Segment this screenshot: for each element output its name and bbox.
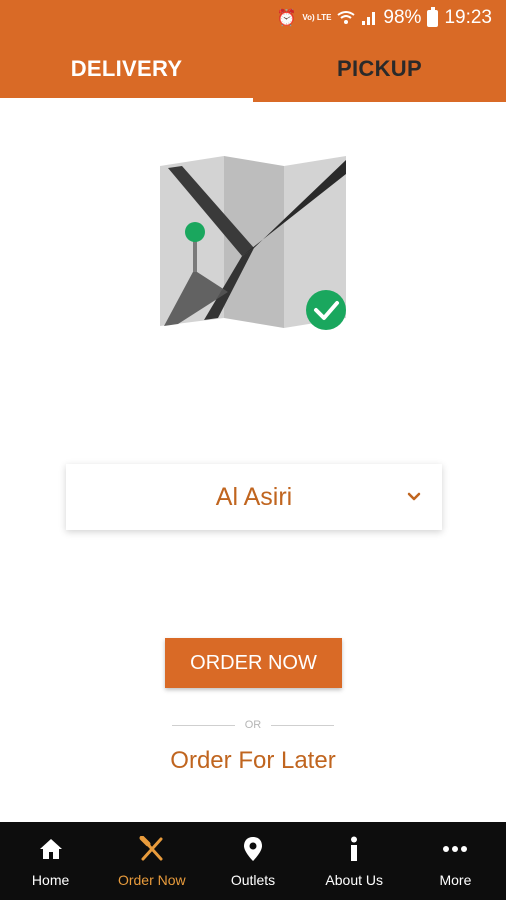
chevron-down-icon: [407, 492, 421, 501]
nav-item-order-now[interactable]: Order Now: [101, 822, 202, 900]
home-icon: [38, 836, 64, 862]
nav-item-home[interactable]: Home: [0, 822, 101, 900]
selected-outlet: Al Asiri: [215, 482, 293, 511]
check-badge-icon: [306, 290, 346, 330]
clock: 19:23: [444, 7, 492, 28]
or-divider: OR: [172, 716, 334, 734]
outlet-dropdown[interactable]: Al Asiri: [66, 464, 442, 530]
tab-indicator: [0, 98, 253, 102]
info-icon: [341, 836, 367, 862]
nav-label-about-us: About Us: [325, 872, 383, 888]
volte-indicator: Vo) LTE: [302, 13, 332, 22]
alarm-icon: ⏰: [276, 10, 297, 27]
battery-icon: [427, 6, 439, 27]
battery-percent: 98%: [383, 7, 422, 28]
tab-delivery[interactable]: DELIVERY: [0, 36, 253, 102]
fork-knife-icon: [139, 836, 165, 862]
more-dots-icon: [442, 836, 468, 862]
map-illustration: [160, 156, 346, 330]
nav-label-outlets: Outlets: [230, 872, 276, 888]
status-bar: ⏰ Vo) LTE 98% 19:23: [0, 0, 506, 36]
order-type-tabs: DELIVERY PICKUP: [0, 36, 506, 102]
or-label: OR: [244, 719, 262, 731]
bottom-nav: Home Order Now Outlets About Us More: [0, 822, 506, 900]
signal-icon: [362, 12, 376, 25]
header: ⏰ Vo) LTE 98% 19:23 DELIVERY PICKUP: [0, 0, 506, 102]
order-for-later-link[interactable]: Order For Later: [0, 747, 506, 775]
nav-label-more: More: [439, 872, 472, 888]
location-pin-icon: [240, 836, 266, 862]
tab-pickup[interactable]: PICKUP: [253, 36, 506, 102]
wifi-icon: [337, 11, 356, 24]
order-now-button[interactable]: ORDER NOW: [165, 638, 342, 688]
nav-item-more[interactable]: More: [405, 822, 506, 900]
nav-item-about-us[interactable]: About Us: [304, 822, 405, 900]
nav-label-order-now: Order Now: [117, 872, 186, 888]
nav-label-home: Home: [31, 872, 70, 888]
nav-item-outlets[interactable]: Outlets: [202, 822, 303, 900]
